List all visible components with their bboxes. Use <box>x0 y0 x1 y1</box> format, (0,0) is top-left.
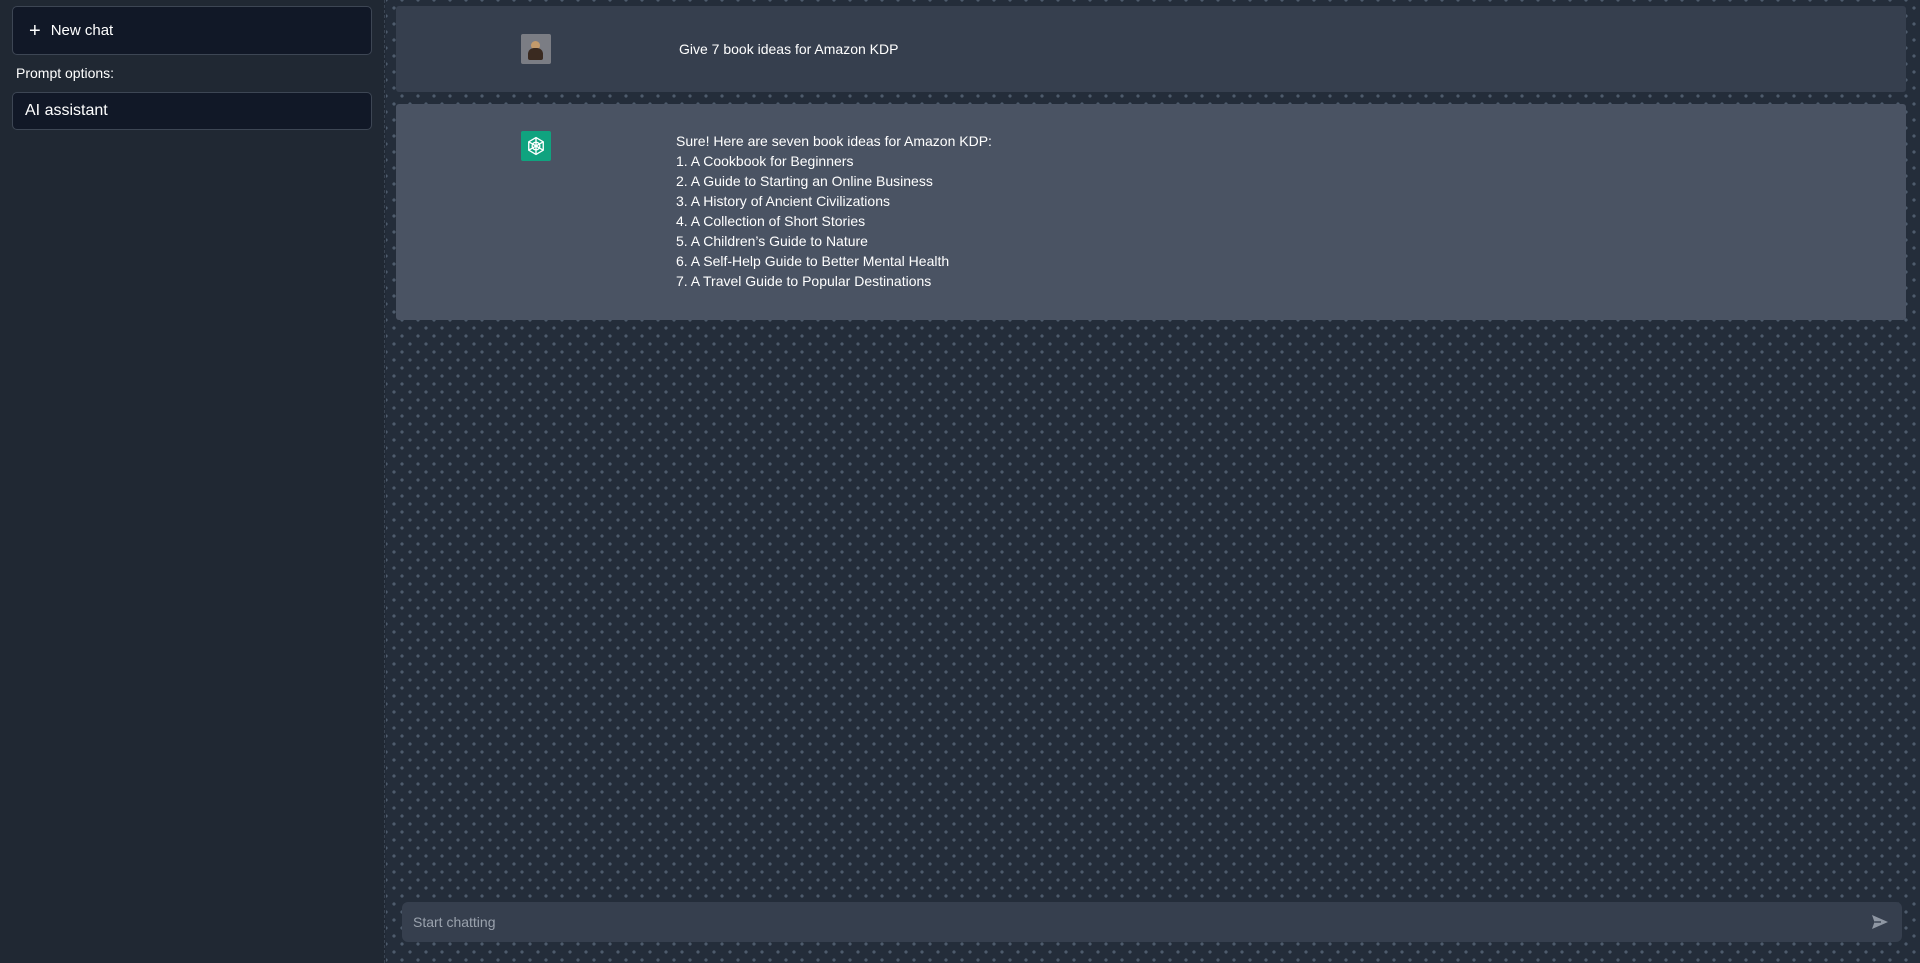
chat-input[interactable] <box>402 902 1842 942</box>
chat-input-bar <box>402 902 1902 942</box>
chat-area: Give 7 book ideas for Amazon KDP Sure! H… <box>386 0 1920 963</box>
assistant-line: 2. A Guide to Starting an Online Busines… <box>676 173 933 189</box>
assistant-line: 4. A Collection of Short Stories <box>676 213 866 229</box>
assistant-line: 1. A Cookbook for Beginners <box>676 153 854 169</box>
sidebar: + New chat Prompt options: AI assistant <box>0 0 385 963</box>
assistant-line: 6. A Self-Help Guide to Better Mental He… <box>676 253 950 269</box>
assistant-line: 7. A Travel Guide to Popular Destination… <box>676 273 932 289</box>
assistant-message: Sure! Here are seven book ideas for Amaz… <box>396 104 1906 320</box>
user-avatar-icon <box>521 34 551 64</box>
plus-icon: + <box>29 19 41 42</box>
openai-logo-icon <box>521 131 551 161</box>
user-message: Give 7 book ideas for Amazon KDP <box>396 6 1906 92</box>
user-message-text: Give 7 book ideas for Amazon KDP <box>679 41 899 57</box>
prompt-options-label: Prompt options: <box>16 65 115 81</box>
app-root: + New chat Prompt options: AI assistant … <box>0 0 1920 963</box>
prompt-selected-value: AI assistant <box>25 102 108 119</box>
prompt-options-select[interactable]: AI assistant <box>12 92 372 130</box>
send-icon[interactable] <box>1870 912 1890 932</box>
new-chat-label: New chat <box>50 22 114 39</box>
assistant-line: 5. A Children’s Guide to Nature <box>676 233 868 249</box>
assistant-message-text: Sure! Here are seven book ideas for Amaz… <box>676 131 992 291</box>
assistant-line: 3. A History of Ancient Civilizations <box>676 193 890 209</box>
assistant-line: Sure! Here are seven book ideas for Amaz… <box>676 133 992 149</box>
new-chat-button[interactable]: + New chat <box>12 6 372 55</box>
